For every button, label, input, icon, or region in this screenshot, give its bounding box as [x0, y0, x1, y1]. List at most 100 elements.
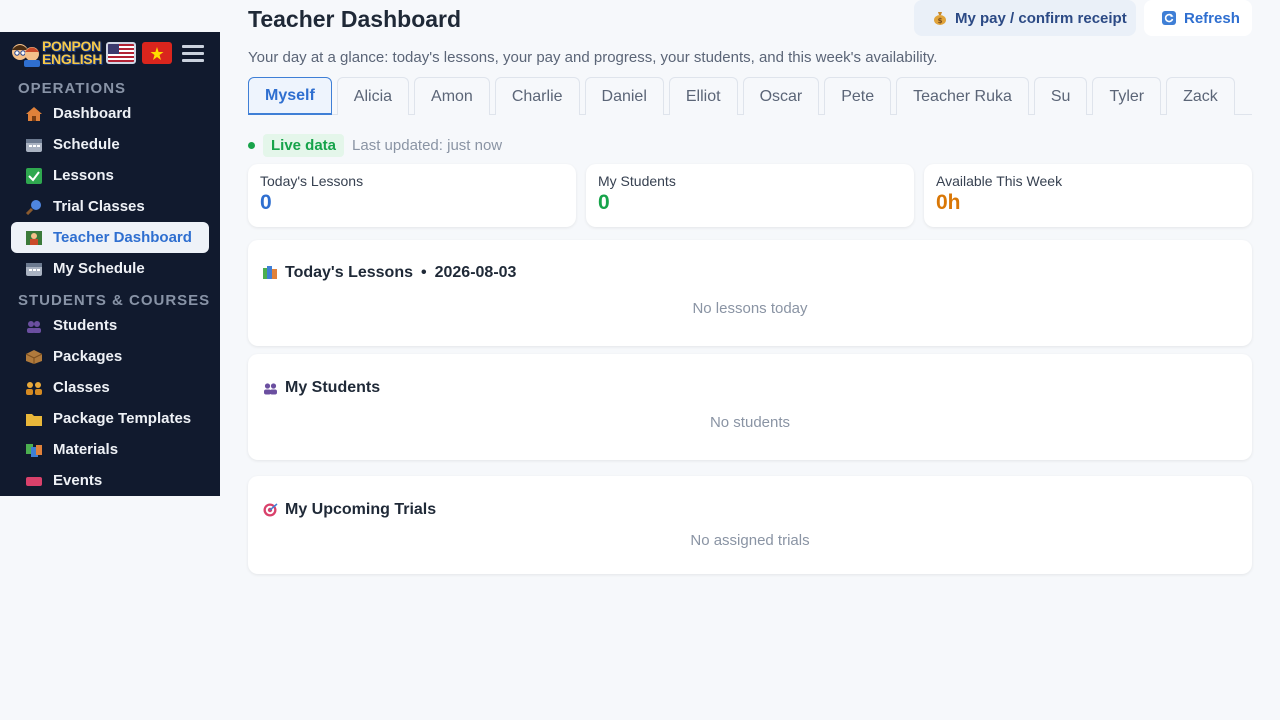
card-title-text: My Upcoming Trials: [285, 501, 437, 518]
my-pay-label: My pay / confirm receipt: [955, 9, 1127, 27]
sidebar-item-label: Materials: [53, 441, 119, 458]
sidebar-item-teacher-dashboard[interactable]: Teacher Dashboard: [11, 222, 209, 253]
section-title-operations: OPERATIONS: [18, 80, 127, 97]
teacher-icon: [25, 230, 43, 246]
teacher-tabs: Myself Alicia Amon Charlie Daniel Elliot Oscar…: [248, 77, 1252, 115]
stat-available-this-week: Available This Week 0h: [924, 164, 1252, 227]
calendar-icon: [25, 261, 43, 277]
tab-oscar[interactable]: Oscar: [742, 77, 820, 115]
live-badge: Live data: [263, 133, 345, 157]
upcoming-trials-card: My Upcoming Trials No assigned trials: [248, 476, 1252, 574]
sidebar-item-lessons[interactable]: Lessons: [11, 160, 209, 191]
stats-row: Today's Lessons 0 My Students 0 Availabl…: [248, 164, 1252, 227]
tab-charlie[interactable]: Charlie: [494, 77, 580, 115]
section-title-students-courses: STUDENTS & COURSES: [18, 292, 211, 309]
house-icon: [25, 106, 43, 122]
logo-kids-icon: [10, 38, 42, 68]
package-icon: [25, 349, 43, 365]
hamburger-menu-icon[interactable]: [178, 40, 208, 66]
tab-alicia[interactable]: Alicia: [336, 77, 410, 115]
refresh-button[interactable]: Refresh: [1144, 0, 1252, 36]
empty-state: No assigned trials: [690, 532, 810, 549]
refresh-icon: [1162, 11, 1176, 25]
card-title-text: My Students: [285, 379, 381, 396]
refresh-label: Refresh: [1184, 9, 1240, 27]
empty-state: No lessons today: [692, 300, 808, 317]
stat-value: 0: [598, 191, 610, 214]
sidebar-item-label: Students: [53, 317, 118, 334]
sidebar-item-label: My Schedule: [53, 260, 145, 277]
sidebar-item-label: Classes: [53, 379, 110, 396]
live-status: Live data Last updated: just now: [248, 133, 1252, 157]
sidebar-item-label: Teacher Dashboard: [53, 229, 192, 246]
tab-teacher-ruka[interactable]: Teacher Ruka: [896, 77, 1029, 115]
sidebar-item-package-templates[interactable]: Package Templates: [11, 403, 209, 434]
sidebar-item-label: Package Templates: [53, 410, 192, 427]
books-icon: [263, 266, 278, 280]
tab-elliot[interactable]: Elliot: [668, 77, 738, 115]
sidebar: PONPON ENGLISH OPERATIONS Dashboard Sche…: [0, 32, 220, 496]
lessons-date: 2026-08-03: [434, 264, 517, 281]
group-icon: [25, 380, 43, 396]
card-title-text: Today's Lessons: [285, 264, 413, 281]
ticket-icon: [25, 473, 43, 489]
tab-myself[interactable]: Myself: [248, 77, 332, 115]
sidebar-item-label: Lessons: [53, 167, 114, 184]
sidebar-item-label: Events: [53, 472, 103, 489]
money-bag-icon: $: [933, 11, 947, 25]
tab-tyler[interactable]: Tyler: [1092, 77, 1162, 115]
vietnam-flag-icon[interactable]: [142, 42, 173, 64]
tab-amon[interactable]: Amon: [414, 77, 490, 115]
magnifier-icon: [25, 199, 43, 215]
stat-label: Available This Week: [936, 173, 1063, 189]
sidebar-item-label: Schedule: [53, 136, 120, 153]
live-dot-icon: [248, 141, 255, 149]
svg-text:$: $: [938, 17, 943, 25]
last-updated: Last updated: just now: [352, 136, 503, 154]
people-icon: [25, 318, 43, 334]
my-pay-button[interactable]: $ My pay / confirm receipt: [914, 0, 1136, 36]
stat-my-students: My Students 0: [586, 164, 914, 227]
calendar-icon: [25, 137, 43, 153]
page-title: Teacher Dashboard: [248, 6, 462, 32]
page-subtitle: Your day at a glance: today's lessons, y…: [248, 49, 938, 66]
my-students-card: My Students No students: [248, 354, 1252, 460]
sidebar-item-trial-classes[interactable]: Trial Classes: [11, 191, 209, 222]
stat-value: 0h: [936, 191, 961, 214]
stat-todays-lessons: Today's Lessons 0: [248, 164, 576, 227]
stat-value: 0: [260, 191, 272, 214]
us-flag-icon[interactable]: [106, 42, 137, 64]
logo[interactable]: PONPON ENGLISH: [10, 38, 102, 68]
sidebar-item-students[interactable]: Students: [11, 310, 209, 341]
page-header: Teacher Dashboard $ My pay / confirm rec…: [248, 0, 1252, 42]
card-title: My Students: [263, 379, 380, 397]
sidebar-item-dashboard[interactable]: Dashboard: [11, 98, 209, 129]
brand-row: PONPON ENGLISH: [0, 34, 220, 72]
title-separator: •: [421, 264, 427, 281]
target-icon: [263, 503, 278, 517]
sidebar-item-classes[interactable]: Classes: [11, 372, 209, 403]
card-title: Today's Lessons • 2026-08-03: [263, 264, 516, 282]
sidebar-item-packages[interactable]: Packages: [11, 341, 209, 372]
sidebar-item-schedule[interactable]: Schedule: [11, 129, 209, 160]
sidebar-item-label: Dashboard: [53, 105, 132, 122]
brand-text: PONPON ENGLISH: [42, 38, 103, 67]
tab-pete[interactable]: Pete: [824, 77, 892, 115]
stat-label: Today's Lessons: [260, 173, 364, 189]
sidebar-item-label: Packages: [53, 348, 123, 365]
stat-label: My Students: [598, 173, 676, 189]
todays-lessons-card: Today's Lessons • 2026-08-03 No lessons …: [248, 240, 1252, 346]
books-icon: [25, 442, 43, 458]
empty-state: No students: [709, 414, 791, 431]
checkbox-icon: [25, 167, 43, 184]
sidebar-item-events[interactable]: Events: [11, 465, 209, 496]
sidebar-item-label: Trial Classes: [53, 198, 145, 215]
people-icon: [263, 381, 278, 395]
folder-icon: [25, 411, 43, 427]
tab-daniel[interactable]: Daniel: [584, 77, 664, 115]
tab-zack[interactable]: Zack: [1166, 77, 1235, 115]
tab-su[interactable]: Su: [1033, 77, 1088, 115]
main-content: Teacher Dashboard $ My pay / confirm rec…: [248, 0, 1252, 574]
sidebar-item-materials[interactable]: Materials: [11, 434, 209, 465]
sidebar-item-my-schedule[interactable]: My Schedule: [11, 253, 209, 284]
